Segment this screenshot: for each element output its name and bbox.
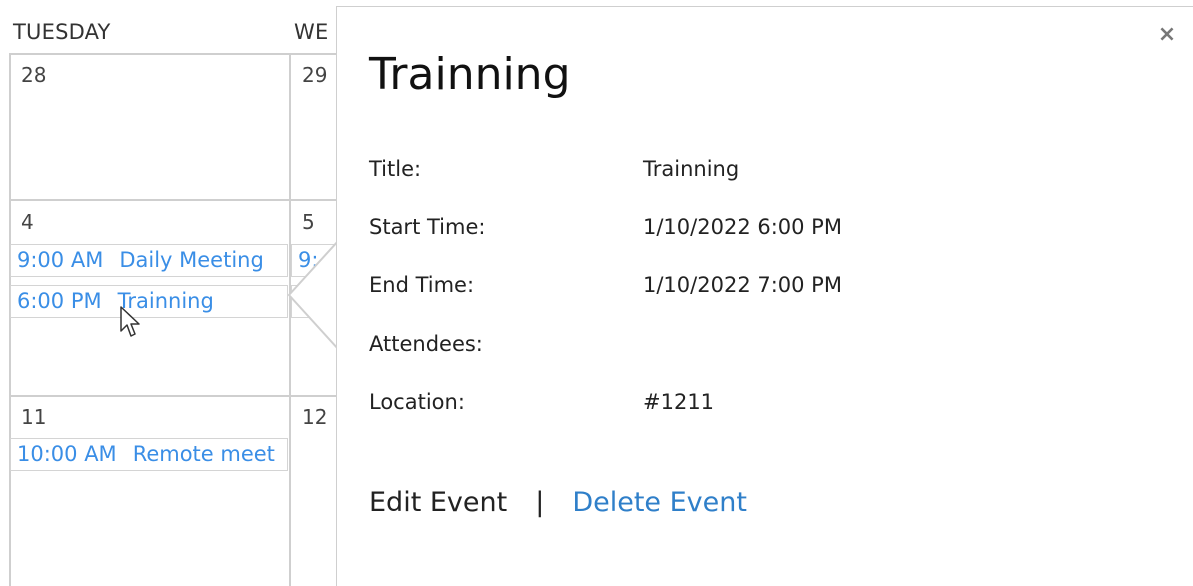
field-value: 1/10/2022 7:00 PM bbox=[643, 273, 842, 297]
day-number[interactable]: 28 bbox=[21, 63, 46, 87]
edit-event-button[interactable]: Edit Event bbox=[369, 487, 507, 518]
close-icon[interactable]: × bbox=[1157, 24, 1177, 46]
event-details-popup: × Trainning Title: Trainning Start Time:… bbox=[336, 6, 1193, 586]
mouse-pointer-icon bbox=[120, 306, 140, 337]
day-header-tuesday: TUESDAY bbox=[13, 20, 111, 44]
popup-pointer-arrow bbox=[287, 240, 339, 350]
field-value: Trainning bbox=[643, 157, 740, 181]
event-title: Remote meet bbox=[132, 442, 275, 466]
action-separator: | bbox=[535, 487, 545, 518]
field-label: End Time: bbox=[369, 273, 475, 297]
event-remote-meeting[interactable]: 10:00 AM Remote meet bbox=[10, 438, 288, 471]
field-label: Title: bbox=[369, 157, 422, 181]
event-trainning[interactable]: 6:00 PM Trainning bbox=[10, 285, 288, 318]
popup-actions: Edit Event | Delete Event bbox=[369, 487, 747, 518]
field-value: 1/10/2022 6:00 PM bbox=[643, 215, 842, 239]
day-number[interactable]: 29 bbox=[302, 63, 327, 87]
day-number[interactable]: 12 bbox=[302, 405, 327, 429]
event-title: Daily Meeting bbox=[119, 248, 264, 272]
field-label: Location: bbox=[369, 390, 465, 414]
day-number[interactable]: 5 bbox=[302, 210, 315, 234]
field-value: #1211 bbox=[643, 390, 715, 414]
event-daily-meeting[interactable]: 9:00 AM Daily Meeting bbox=[10, 244, 288, 277]
field-label: Attendees: bbox=[369, 332, 483, 356]
event-time: 10:00 AM bbox=[17, 442, 117, 466]
day-number[interactable]: 11 bbox=[21, 405, 46, 429]
day-number[interactable]: 4 bbox=[21, 210, 34, 234]
day-header-wednesday: WE bbox=[294, 20, 329, 44]
event-time: 6:00 PM bbox=[17, 289, 102, 313]
delete-event-link[interactable]: Delete Event bbox=[572, 487, 747, 518]
event-time: 9:00 AM bbox=[17, 248, 104, 272]
popup-title: Trainning bbox=[369, 49, 571, 100]
field-label: Start Time: bbox=[369, 215, 486, 239]
grid-line bbox=[9, 53, 11, 586]
